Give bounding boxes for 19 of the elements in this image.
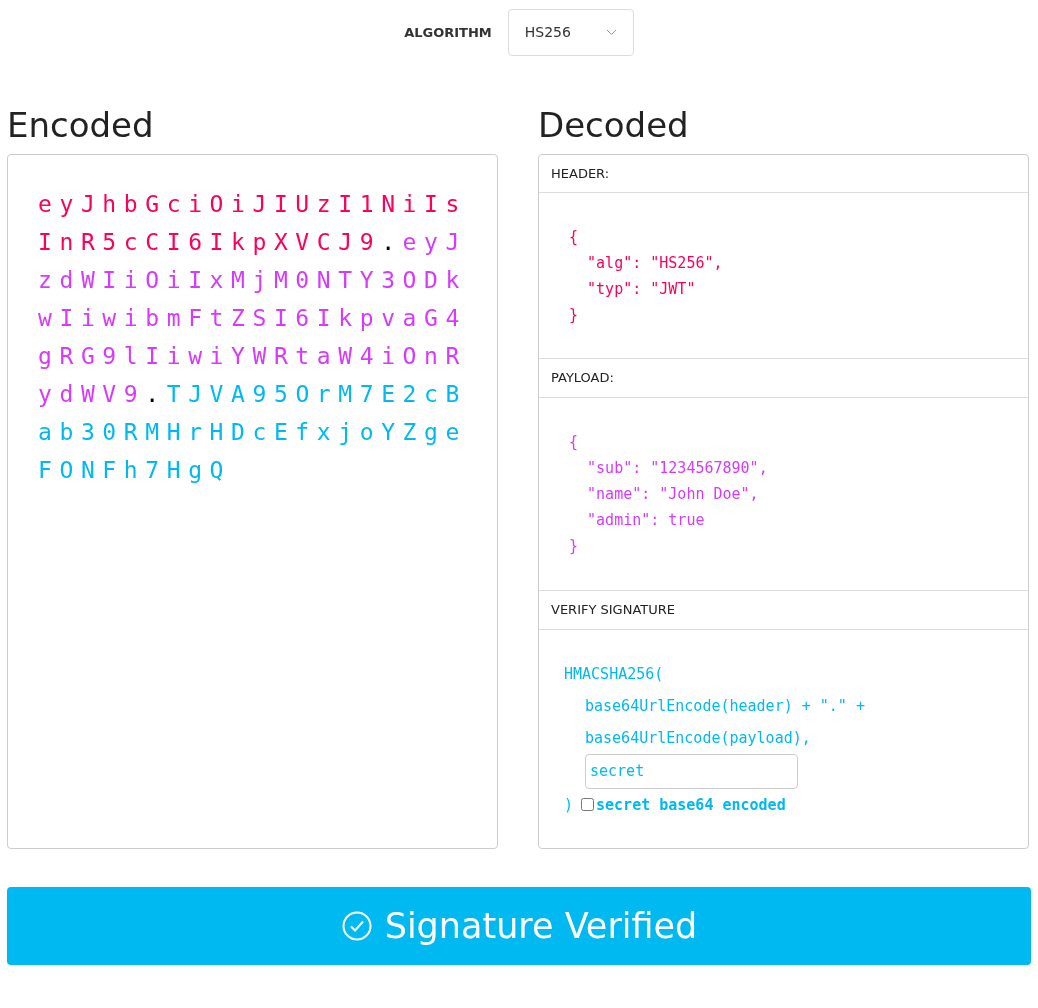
encoded-token: eyJhbGciOiJIUzI1NiIsInR5cCI6IkpXVCJ9.eyJzdWIiOiIxMjM0NTY3ODkwIiwibmFtZSI6IkpvaG4gRG9lIiwiYWRtaW4iOnRydWV9.TJVA95OrM7E2cBab30RMHrHDcEfxjoYZgeFONFh7HgQ xyxy=(38,190,468,485)
algorithm-label: ALGORITHM xyxy=(404,23,492,42)
header-json: { "alg": "HS256", "typ": "JWT" } xyxy=(569,226,723,326)
encoded-heading: Encoded xyxy=(7,104,155,147)
hmac-function-text: HMACSHA256( xyxy=(564,663,664,685)
chevron-down-icon xyxy=(605,29,617,36)
section-title: HEADER: xyxy=(551,164,610,183)
section-title: VERIFY SIGNATURE xyxy=(551,601,675,620)
code-line: base64UrlEncode(payload), xyxy=(584,727,811,749)
code-line: base64UrlEncode(header) + "." + xyxy=(584,695,865,717)
section-title: PAYLOAD: xyxy=(551,369,614,388)
decoded-heading: Decoded xyxy=(538,104,690,147)
closing-paren: ) xyxy=(564,794,574,816)
checkbox-label: secret base64 encoded xyxy=(596,794,786,816)
payload-json: { "sub": "1234567890", "name": "John Doe", "admin": true } xyxy=(569,432,768,557)
base64-checkbox[interactable] xyxy=(581,798,595,811)
encoded-token-panel[interactable]: eyJhbGciOiJIUzI1NiIsInR5cCI6IkpXVCJ9.eyJzdWIiOiIxMjM0NTY3ODkwIiwibmFtZSI6IkpvaG4gRG9lIiwiYWRtaW4iOnRydWV9.TJVA95OrM7E2cBab30RMHrHDcEfxjoYZgeFONFh7HgQ xyxy=(7,154,498,849)
check-circle-icon xyxy=(340,910,373,942)
algorithm-select[interactable]: HS256 xyxy=(507,9,634,56)
